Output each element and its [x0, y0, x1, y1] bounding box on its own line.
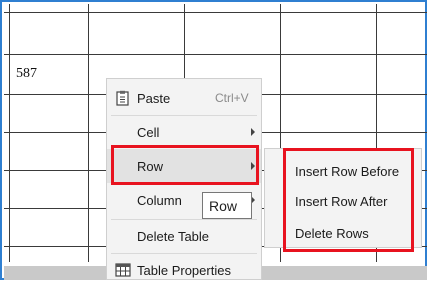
submenu-arrow-icon [251, 128, 255, 136]
table-row-border [4, 12, 427, 13]
menu-item-table-properties[interactable]: Table Properties [107, 253, 261, 287]
table-col-border [9, 4, 10, 262]
tooltip: Row [202, 192, 252, 219]
table-col-border [88, 4, 89, 262]
menu-item-label: Table Properties [137, 263, 231, 278]
tooltip-text: Row [209, 198, 238, 214]
table-icon [115, 262, 131, 278]
menu-item-label: Paste [137, 91, 171, 106]
table-cell[interactable]: 587 [16, 66, 37, 82]
menu-item-cell[interactable]: Cell [107, 115, 261, 149]
menu-item-shortcut: Ctrl+V [215, 91, 249, 105]
menu-item-label: Column [137, 193, 182, 208]
menu-item-paste[interactable]: Paste Ctrl+V [107, 81, 261, 115]
clipboard-icon [115, 90, 131, 106]
menu-item-delete-table[interactable]: Delete Table [107, 219, 261, 253]
row-highlight-box [111, 145, 259, 185]
submenu-highlight-box [283, 148, 414, 252]
menu-item-label: Cell [137, 125, 160, 140]
menu-item-label: Delete Table [137, 229, 210, 244]
table-row-border [4, 54, 427, 55]
